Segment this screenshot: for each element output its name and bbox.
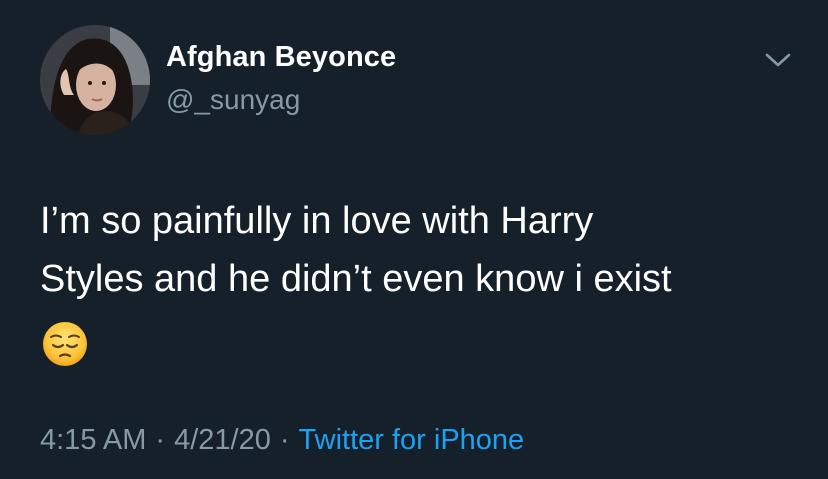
tweet-text-line: I’m so painfully in love with Harry [40, 200, 594, 242]
tweet-date: 4/21/20 [174, 424, 271, 456]
avatar[interactable] [40, 25, 150, 135]
avatar-photo [40, 25, 150, 135]
tweet-time: 4:15 AM [40, 424, 147, 456]
tweet-meta: 4:15 AM · 4/21/20 · Twitter for iPhone [40, 424, 524, 457]
tweet-text-line: Styles and he didn’t even know i exist [40, 258, 672, 300]
tweet-card: Afghan Beyonce @_sunyag I’m so painfully… [0, 0, 828, 479]
separator-dot: · [279, 424, 290, 456]
chevron-down-icon[interactable] [762, 48, 794, 72]
display-name[interactable]: Afghan Beyonce [166, 41, 396, 74]
pensive-face-icon [42, 321, 88, 367]
user-handle[interactable]: @_sunyag [166, 84, 300, 116]
source-link[interactable]: Twitter for iPhone [299, 424, 525, 456]
tweet-text: I’m so painfully in love with Harry Styl… [40, 192, 800, 308]
separator-dot: · [155, 424, 166, 456]
